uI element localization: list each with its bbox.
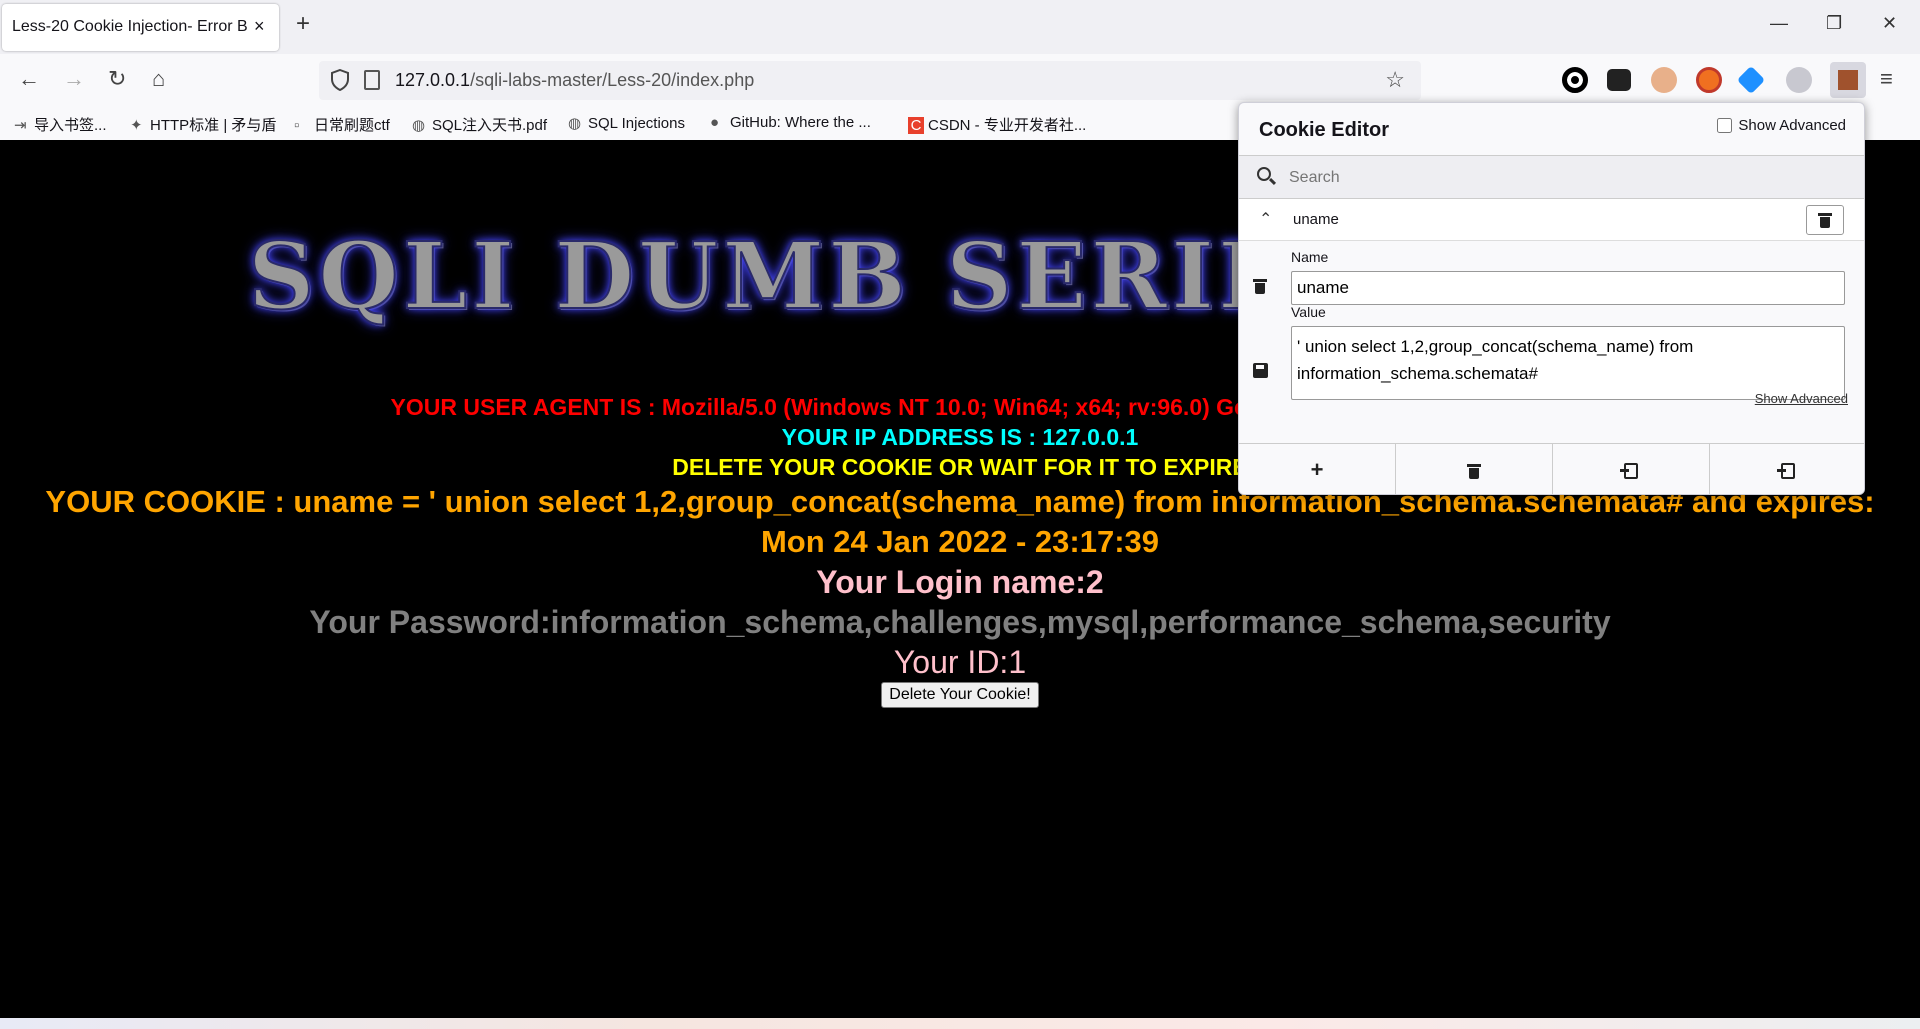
show-advanced-toggle[interactable]: Show Advanced <box>1717 117 1846 134</box>
bookmark-import[interactable]: ⇥ 导入书签... <box>14 114 107 135</box>
delete-all-button[interactable] <box>1396 444 1553 494</box>
bookmark-github[interactable]: ● GitHub: Where the ... <box>710 114 871 131</box>
tab-close-icon[interactable]: × <box>254 16 265 37</box>
add-cookie-button[interactable]: + <box>1239 444 1396 494</box>
forward-arrow-icon[interactable]: → <box>63 68 85 90</box>
cookie-row-name: uname <box>1293 211 1339 228</box>
bookmark-star-icon[interactable]: ☆ <box>1385 67 1405 93</box>
globe-icon: ◍ <box>412 117 426 134</box>
close-window-button[interactable]: ✕ <box>1882 14 1897 32</box>
cookie-value-textarea[interactable]: ' union select 1,2,group_concat(schema_n… <box>1291 326 1845 400</box>
navigation-toolbar: ← → ↻ ⌂ 127.0.0.1/sqli-labs-master/Less-… <box>0 54 1920 108</box>
export-icon <box>1777 463 1795 480</box>
back-arrow-icon[interactable]: ← <box>18 68 40 90</box>
cookie-search-bar <box>1239 155 1864 199</box>
cookie-name-input[interactable]: uname <box>1291 271 1845 305</box>
trash-icon <box>1818 213 1832 228</box>
menu-icon[interactable]: ≡ <box>1880 68 1893 90</box>
csdn-icon: C <box>908 117 924 134</box>
value-label: Value <box>1291 304 1326 320</box>
bookmark-http[interactable]: ✦ HTTP标准 | 矛与盾 <box>130 114 276 135</box>
extension-blocked-icon[interactable] <box>1696 67 1722 93</box>
github-icon: ● <box>710 114 720 131</box>
extension-circle-icon[interactable] <box>1562 67 1588 93</box>
user-id-text: Your ID:1 <box>893 644 1027 680</box>
bookmark-csdn[interactable]: C CSDN - 专业开发者社... <box>908 114 1086 135</box>
save-icon[interactable] <box>1253 363 1268 378</box>
globe-icon: ✦ <box>130 117 143 134</box>
minimize-button[interactable]: — <box>1770 14 1788 32</box>
show-advanced-checkbox[interactable] <box>1717 118 1733 133</box>
page-info-icon[interactable] <box>364 70 380 90</box>
url-text[interactable]: 127.0.0.1/sqli-labs-master/Less-20/index… <box>395 70 754 91</box>
cookie-editor-popup: Cookie Editor Show Advanced ⌃ uname Name… <box>1238 102 1865 495</box>
trash-icon <box>1467 463 1481 479</box>
delete-cookie-button[interactable]: Delete Your Cookie! <box>881 682 1039 708</box>
delete-cookie-row-button[interactable] <box>1806 205 1844 235</box>
extension-tabs-icon[interactable] <box>1607 69 1631 91</box>
cookie-edit-form: Name uname Value ' union select 1,2,grou… <box>1239 241 1864 406</box>
password-text: Your Password:information_schema,challen… <box>309 604 1611 640</box>
shield-icon[interactable] <box>331 69 349 91</box>
reload-icon[interactable]: ↻ <box>108 68 126 90</box>
page-banner: SQLI DUMB SERIES <box>247 221 1363 331</box>
globe-icon: ◍ <box>568 115 582 132</box>
bookmark-sqli-pdf[interactable]: ◍ SQL注入天书.pdf <box>412 114 547 135</box>
taskbar-strip <box>0 1018 1920 1029</box>
bookmark-ctf[interactable]: ▫ 日常刷题ctf <box>294 114 390 135</box>
chevron-up-icon[interactable]: ⌃ <box>1259 209 1272 229</box>
extension-diamond-icon[interactable] <box>1736 65 1766 95</box>
restore-button[interactable]: ❐ <box>1826 14 1842 32</box>
cookie-row-uname[interactable]: ⌃ uname <box>1239 199 1864 241</box>
name-label: Name <box>1291 249 1329 265</box>
import-button[interactable] <box>1553 444 1710 494</box>
tab-bar: Less-20 Cookie Injection- Error B × + — … <box>0 0 1920 54</box>
page-icon: ▫ <box>294 117 300 134</box>
cookie-search-input[interactable] <box>1289 164 1849 192</box>
home-icon[interactable]: ⌂ <box>152 68 165 90</box>
show-advanced-link[interactable]: Show Advanced <box>1755 391 1848 406</box>
cookie-editor-extension-icon[interactable] <box>1830 62 1866 98</box>
import-icon <box>1620 463 1638 480</box>
cookie-text-line2: Mon 24 Jan 2022 - 23:17:39 <box>760 524 1160 559</box>
import-icon: ⇥ <box>14 117 27 134</box>
search-icon <box>1257 167 1271 181</box>
login-name-text: Your Login name:2 <box>816 564 1104 600</box>
new-tab-button[interactable]: + <box>296 12 310 36</box>
tab-active[interactable]: Less-20 Cookie Injection- Error B × <box>2 4 279 51</box>
cookie-editor-title: Cookie Editor <box>1259 119 1390 141</box>
tab-title: Less-20 Cookie Injection- Error B <box>12 18 248 35</box>
address-bar[interactable]: 127.0.0.1/sqli-labs-master/Less-20/index… <box>319 61 1421 100</box>
extension-gear-icon[interactable] <box>1786 67 1812 93</box>
extension-face-icon[interactable] <box>1651 67 1677 93</box>
plus-icon: + <box>1310 457 1324 482</box>
cookie-editor-footer: + <box>1239 443 1864 494</box>
export-button[interactable] <box>1710 444 1864 494</box>
trash-icon[interactable] <box>1253 279 1267 294</box>
bookmark-sql-injections[interactable]: ◍ SQL Injections <box>568 114 685 132</box>
show-advanced-label: Show Advanced <box>1738 117 1846 134</box>
